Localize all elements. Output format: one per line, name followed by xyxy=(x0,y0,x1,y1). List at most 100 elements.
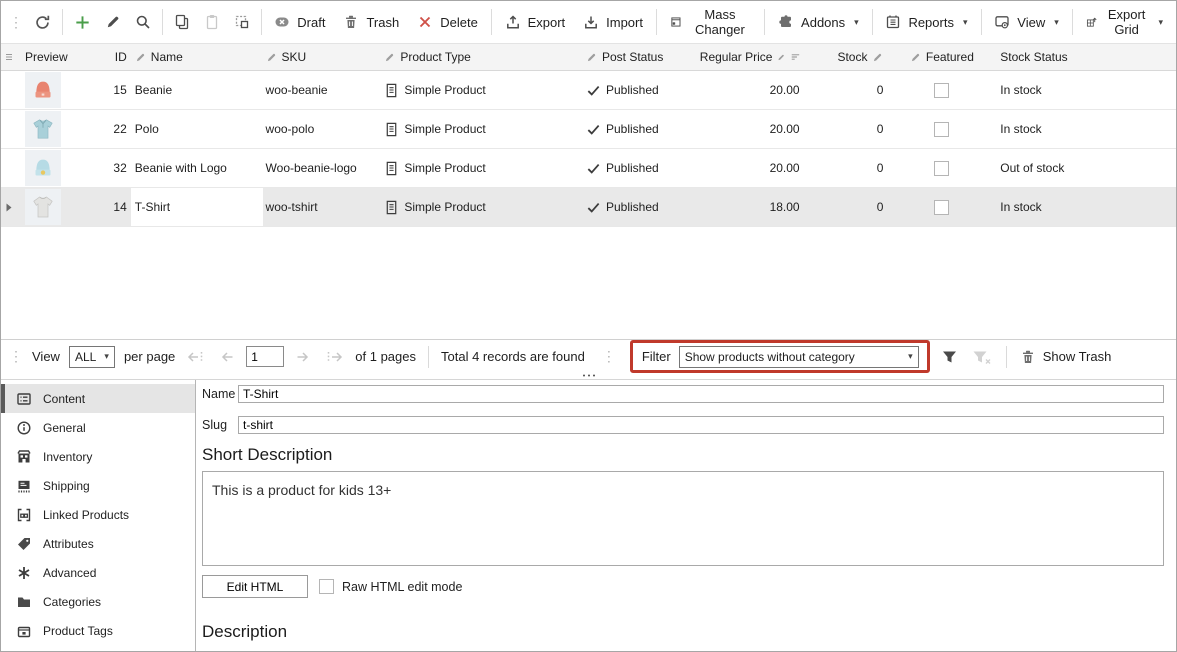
slug-field[interactable] xyxy=(238,416,1164,434)
document-icon xyxy=(384,161,399,176)
edit-button[interactable] xyxy=(98,9,128,35)
clear-filter-icon xyxy=(972,349,992,365)
sidebar-item-categories[interactable]: Categories xyxy=(1,587,195,616)
reports-button[interactable]: Reports▾ xyxy=(876,9,976,35)
cell-post-status: Published xyxy=(606,161,659,175)
categories-folder-icon xyxy=(16,594,32,610)
cell-name: Polo xyxy=(131,110,263,148)
search-icon xyxy=(135,14,151,30)
search-button[interactable] xyxy=(128,9,158,35)
page-number-input[interactable] xyxy=(246,346,284,367)
cell-stock: 0 xyxy=(810,71,900,109)
sidebar-item-advanced[interactable]: Advanced xyxy=(1,558,195,587)
cell-sku: woo-tshirt xyxy=(263,188,379,226)
export-grid-button[interactable]: Export Grid▾ xyxy=(1077,2,1173,42)
filter-funnel-icon xyxy=(941,349,958,365)
featured-checkbox[interactable] xyxy=(934,161,949,176)
next-page-button[interactable] xyxy=(291,348,315,366)
paste-button[interactable] xyxy=(197,9,227,35)
column-header-stock[interactable]: Stock xyxy=(810,44,900,70)
content-icon xyxy=(16,391,32,407)
first-page-button[interactable] xyxy=(183,348,209,366)
grid-empty-area xyxy=(1,227,1176,339)
import-button[interactable]: Import xyxy=(574,9,652,35)
column-header-preview[interactable]: Preview xyxy=(17,44,96,70)
detail-sidebar: Content General Inventory Shipping Linke… xyxy=(1,380,196,651)
add-button[interactable] xyxy=(67,9,98,36)
toolbar-drag-handle[interactable]: ⋮ xyxy=(5,14,27,31)
cell-product-type: Simple Product xyxy=(404,161,485,175)
filter-selected-value: Show products without category xyxy=(685,350,855,364)
paste-special-button[interactable] xyxy=(227,9,257,35)
shipping-icon xyxy=(16,478,32,494)
short-description-heading: Short Description xyxy=(202,445,1164,465)
grid-header: Preview ID Name SKU Product Type Post St… xyxy=(1,44,1176,71)
column-header-name[interactable]: Name xyxy=(131,44,263,70)
table-row[interactable]: 22 Polo woo-polo Simple Product Publishe… xyxy=(1,110,1176,149)
filter-label: Filter xyxy=(642,349,671,364)
column-header-stock-status[interactable]: Stock Status xyxy=(984,44,1176,70)
sidebar-item-attributes[interactable]: Attributes xyxy=(1,529,195,558)
sidebar-item-shipping[interactable]: Shipping xyxy=(1,471,195,500)
last-page-button[interactable] xyxy=(321,348,347,366)
pencil-icon xyxy=(105,14,121,30)
previous-page-icon xyxy=(219,350,235,364)
addons-button[interactable]: Addons▾ xyxy=(769,9,868,35)
detail-pane: Content General Inventory Shipping Linke… xyxy=(1,380,1176,651)
clear-filter-button[interactable] xyxy=(967,346,997,368)
horizontal-splitter[interactable] xyxy=(1,373,1176,380)
delete-button[interactable]: Delete xyxy=(408,9,487,35)
table-row[interactable]: 32 Beanie with Logo Woo-beanie-logo Simp… xyxy=(1,149,1176,188)
column-header-product-type[interactable]: Product Type xyxy=(378,44,580,70)
row-selected-arrow-icon xyxy=(6,203,12,212)
export-button[interactable]: Export xyxy=(496,9,575,35)
addons-label: Addons xyxy=(801,15,845,30)
table-row[interactable]: 15 Beanie woo-beanie Simple Product Publ… xyxy=(1,71,1176,110)
previous-page-button[interactable] xyxy=(215,348,239,366)
cell-stock-status: Out of stock xyxy=(984,149,1176,187)
edit-html-button[interactable]: Edit HTML xyxy=(202,575,308,598)
toolbar-separator xyxy=(1072,9,1073,35)
pager-drag-handle[interactable]: ⋮ xyxy=(5,348,27,365)
cell-name-focused[interactable]: T-Shirt xyxy=(131,188,263,226)
featured-checkbox[interactable] xyxy=(934,83,949,98)
draft-button[interactable]: Draft xyxy=(265,9,334,35)
sidebar-item-inventory[interactable]: Inventory xyxy=(1,442,195,471)
trash-button[interactable]: Trash xyxy=(334,9,408,35)
cell-product-type: Simple Product xyxy=(404,83,485,97)
name-label: Name xyxy=(202,387,236,401)
toolbar-separator xyxy=(981,9,982,35)
per-page-dropdown[interactable]: ALL▾ xyxy=(69,346,115,368)
column-header-featured[interactable]: Featured xyxy=(899,44,984,70)
cell-regular-price: 20.00 xyxy=(700,71,810,109)
cell-name: Beanie xyxy=(131,71,263,109)
table-row-selected[interactable]: 14 T-Shirt woo-tshirt Simple Product Pub… xyxy=(1,188,1176,227)
featured-checkbox[interactable] xyxy=(934,200,949,215)
view-button[interactable]: View▾ xyxy=(985,9,1067,35)
cell-post-status: Published xyxy=(606,83,659,97)
short-description-editor[interactable]: This is a product for kids 13+ xyxy=(202,471,1164,566)
filter-drag-handle[interactable]: ⋮ xyxy=(598,348,620,365)
column-header-sku[interactable]: SKU xyxy=(263,44,379,70)
apply-filter-button[interactable] xyxy=(936,346,963,368)
sidebar-item-linked-products[interactable]: Linked Products xyxy=(1,500,195,529)
sidebar-item-content[interactable]: Content xyxy=(1,384,195,413)
mass-changer-button[interactable]: Mass Changer xyxy=(661,2,761,42)
sidebar-item-product-tags[interactable]: Product Tags xyxy=(1,616,195,645)
column-header-post-status[interactable]: Post Status xyxy=(580,44,700,70)
cell-sku: woo-polo xyxy=(263,110,379,148)
filter-dropdown[interactable]: Show products without category▾ xyxy=(679,346,919,368)
sidebar-item-general[interactable]: General xyxy=(1,413,195,442)
column-header-id[interactable]: ID xyxy=(96,44,131,70)
raw-html-checkbox[interactable] xyxy=(319,579,334,594)
last-page-icon xyxy=(325,350,343,364)
column-header-regular-price[interactable]: Regular Price xyxy=(700,44,810,70)
product-thumbnail-beanie-with-logo xyxy=(25,150,61,186)
show-trash-button[interactable]: Show Trash xyxy=(1014,345,1118,369)
editable-pencil-icon xyxy=(135,52,146,63)
reports-icon xyxy=(885,14,901,30)
copy-button[interactable] xyxy=(167,9,197,35)
name-field[interactable] xyxy=(238,385,1164,403)
refresh-button[interactable] xyxy=(27,9,58,36)
featured-checkbox[interactable] xyxy=(934,122,949,137)
